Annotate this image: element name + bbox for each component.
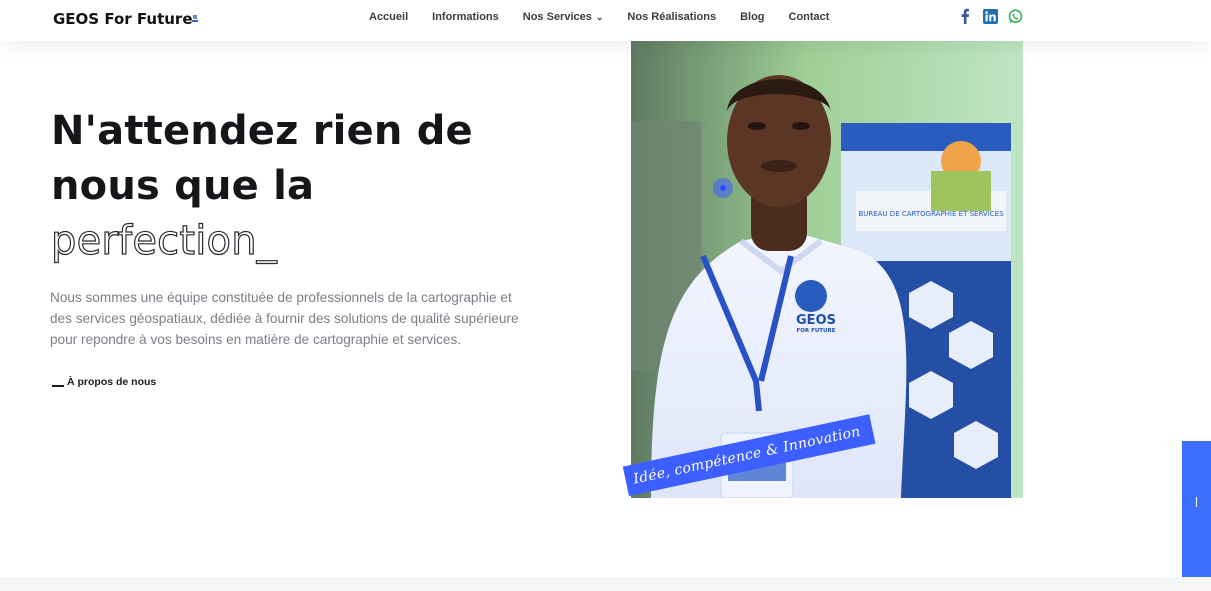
back-to-top-text: Allez au début <box>1078 506 1146 517</box>
headline-line-1: N'attendez rien de <box>51 108 473 154</box>
shirt-logo-subtext: FOR FUTURE <box>796 328 835 334</box>
whatsapp-icon[interactable] <box>1007 8 1023 24</box>
hero-description: Nous sommes une équipe constituée de pro… <box>50 290 519 347</box>
banner-title: BUREAU DE CARTOGRAPHIE ET SERVICES <box>858 210 1004 218</box>
cursor-dot <box>720 185 726 191</box>
nav-item-services-label: Nos Services <box>522 11 592 23</box>
brand-logo-text[interactable]: GEOS For Future <box>53 10 193 28</box>
about-us-link[interactable]: À propos de nous <box>52 376 156 388</box>
nav-item-realisations[interactable]: Nos Réalisations <box>627 11 716 23</box>
link-dash <box>52 384 64 387</box>
hero-headline: N'attendez rien de nous que la perfectio… <box>50 104 473 269</box>
headline-line-2: nous que la <box>51 163 315 209</box>
social-links <box>957 8 1023 24</box>
nav-item-informations[interactable]: Informations <box>432 11 499 23</box>
back-to-top-button[interactable]: — Allez au début <box>1078 441 1211 591</box>
main-nav: Accueil Informations Nos Services ⌄ Nos R… <box>369 11 829 23</box>
about-us-label: À propos de nous <box>67 376 157 388</box>
back-to-top-label: — Allez au début <box>1078 497 1202 517</box>
brand-mark-icon <box>192 15 198 22</box>
headline-line-3-typed: perfection_ <box>50 217 277 264</box>
site-header: GEOS For Future Accueil Informations Nos… <box>0 0 1211 41</box>
section-divider <box>0 577 1211 591</box>
shirt-logo-text: GEOS <box>796 313 836 328</box>
nav-item-blog[interactable]: Blog <box>740 11 764 23</box>
nav-item-contact[interactable]: Contact <box>789 11 830 23</box>
linkedin-icon[interactable] <box>982 8 998 24</box>
nav-item-accueil[interactable]: Accueil <box>369 11 408 23</box>
nav-item-services[interactable]: Nos Services ⌄ <box>523 11 604 23</box>
chevron-down-icon: ⌄ <box>595 12 604 22</box>
facebook-icon[interactable] <box>957 8 973 24</box>
